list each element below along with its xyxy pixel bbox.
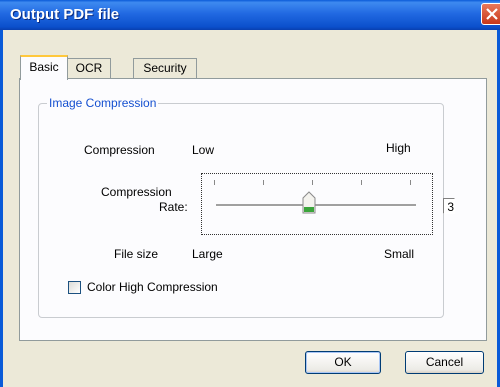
rate-label-line2: Rate: <box>159 200 188 214</box>
slider-track <box>216 204 416 207</box>
title-bar: Output PDF file <box>0 0 500 30</box>
slider-tick <box>361 180 362 185</box>
group-title: Image Compression <box>47 96 159 110</box>
filesize-label: File size <box>114 247 159 261</box>
close-icon <box>486 8 498 20</box>
filesize-small-label: Small <box>384 247 415 261</box>
compression-low-label: Low <box>192 143 215 157</box>
ok-button[interactable]: OK <box>305 351 381 374</box>
slider-tick <box>410 180 411 185</box>
window-title: Output PDF file <box>10 6 120 23</box>
rate-label-line1: Compression <box>101 185 172 199</box>
tab-ocr[interactable]: OCR <box>67 58 111 78</box>
tab-ocr-label: OCR <box>75 61 103 75</box>
rate-value-display: 3 <box>443 198 455 214</box>
tab-security[interactable]: Security <box>133 58 197 78</box>
tab-basic-label: Basic <box>29 60 59 74</box>
cancel-button[interactable]: Cancel <box>405 351 484 374</box>
close-button[interactable] <box>481 3 500 25</box>
window-border-left <box>0 30 3 387</box>
ok-button-label: OK <box>334 355 352 369</box>
filesize-large-label: Large <box>192 247 223 261</box>
slider-tick <box>263 180 264 185</box>
compression-label: Compression <box>84 143 155 157</box>
tab-basic[interactable]: Basic <box>20 55 68 80</box>
color-high-compression-checkbox[interactable] <box>68 281 81 294</box>
tab-panel-basic: Image Compression Compression Low High C… <box>19 78 487 341</box>
cancel-button-label: Cancel <box>425 355 464 369</box>
color-high-compression-label[interactable]: Color High Compression <box>87 280 218 294</box>
compression-high-label: High <box>386 141 411 155</box>
tab-security-label: Security <box>143 61 187 75</box>
slider-tick <box>214 180 215 185</box>
slider-thumb-icon[interactable] <box>302 191 316 215</box>
compression-rate-slider[interactable] <box>201 173 433 235</box>
slider-tick <box>312 180 313 185</box>
